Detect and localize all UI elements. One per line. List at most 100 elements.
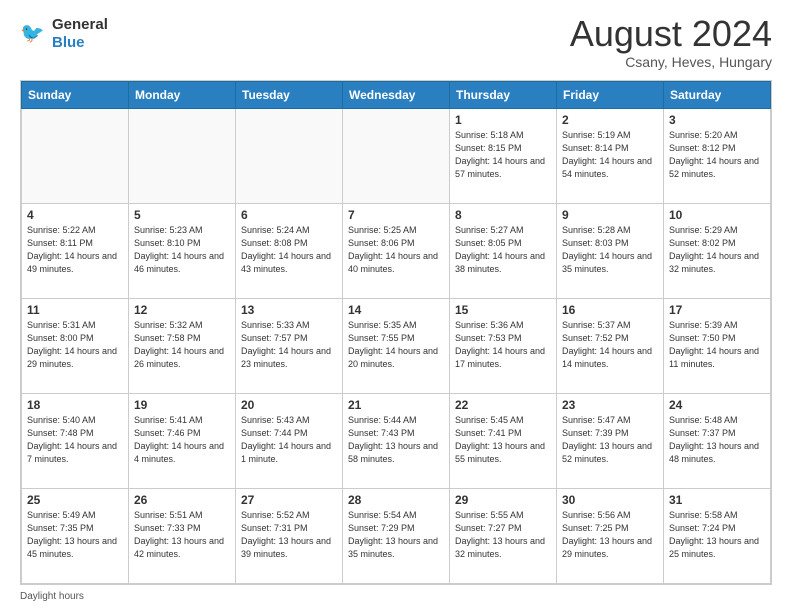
day-info: Sunrise: 5:29 AM Sunset: 8:02 PM Dayligh…: [669, 224, 765, 276]
day-number: 28: [348, 493, 444, 507]
day-info: Sunrise: 5:47 AM Sunset: 7:39 PM Dayligh…: [562, 414, 658, 466]
day-number: 10: [669, 208, 765, 222]
month-title: August 2024: [570, 16, 772, 52]
day-info: Sunrise: 5:41 AM Sunset: 7:46 PM Dayligh…: [134, 414, 230, 466]
calendar-cell: 29 Sunrise: 5:55 AM Sunset: 7:27 PM Dayli…: [450, 489, 557, 584]
footer-label: Daylight hours: [20, 591, 84, 602]
weekday-header-monday: Monday: [129, 82, 236, 109]
day-number: 31: [669, 493, 765, 507]
footer: Daylight hours: [20, 591, 772, 602]
day-number: 13: [241, 303, 337, 317]
week-row-5: 25 Sunrise: 5:49 AM Sunset: 7:35 PM Dayli…: [22, 489, 771, 584]
calendar-cell: 30 Sunrise: 5:56 AM Sunset: 7:25 PM Dayli…: [557, 489, 664, 584]
day-info: Sunrise: 5:54 AM Sunset: 7:29 PM Dayligh…: [348, 509, 444, 561]
day-info: Sunrise: 5:35 AM Sunset: 7:55 PM Dayligh…: [348, 319, 444, 371]
day-info: Sunrise: 5:58 AM Sunset: 7:24 PM Dayligh…: [669, 509, 765, 561]
day-info: Sunrise: 5:24 AM Sunset: 8:08 PM Dayligh…: [241, 224, 337, 276]
calendar-table: SundayMondayTuesdayWednesdayThursdayFrid…: [21, 81, 771, 584]
day-number: 30: [562, 493, 658, 507]
calendar-cell: 15 Sunrise: 5:36 AM Sunset: 7:53 PM Dayli…: [450, 299, 557, 394]
calendar-cell: [22, 109, 129, 204]
calendar-cell: 9 Sunrise: 5:28 AM Sunset: 8:03 PM Daylig…: [557, 204, 664, 299]
calendar-cell: 22Sunrise: 5:45 AM Sunset: 7:41 PM Dayli…: [450, 394, 557, 489]
calendar-cell: 4 Sunrise: 5:22 AM Sunset: 8:11 PM Daylig…: [22, 204, 129, 299]
day-number: 18: [27, 398, 123, 412]
day-info: Sunrise: 5:31 AM Sunset: 8:00 PM Dayligh…: [27, 319, 123, 371]
calendar-cell: 18 Sunrise: 5:40 AM Sunset: 7:48 PM Dayli…: [22, 394, 129, 489]
day-number: 16: [562, 303, 658, 317]
day-number: 6: [241, 208, 337, 222]
day-info: Sunrise: 5:27 AM Sunset: 8:05 PM Dayligh…: [455, 224, 551, 276]
weekday-header-wednesday: Wednesday: [343, 82, 450, 109]
calendar-cell: 3 Sunrise: 5:20 AM Sunset: 8:12 PM Daylig…: [664, 109, 771, 204]
day-info: Sunrise: 5:49 AM Sunset: 7:35 PM Dayligh…: [27, 509, 123, 561]
calendar-cell: 28 Sunrise: 5:54 AM Sunset: 7:29 PM Dayli…: [343, 489, 450, 584]
day-number: 26: [134, 493, 230, 507]
weekday-header-thursday: Thursday: [450, 82, 557, 109]
day-info: Sunrise: 5:20 AM Sunset: 8:12 PM Dayligh…: [669, 129, 765, 181]
title-block: August 2024 Csany, Heves, Hungary: [570, 16, 772, 70]
calendar-cell: 13 Sunrise: 5:33 AM Sunset: 7:57 PM Dayli…: [236, 299, 343, 394]
calendar-body: 1Sunrise: 5:18 AM Sunset: 8:15 PM Daylig…: [22, 109, 771, 584]
day-info: Sunrise: 5:36 AM Sunset: 7:53 PM Dayligh…: [455, 319, 551, 371]
calendar-cell: 24Sunrise: 5:48 AM Sunset: 7:37 PM Dayli…: [664, 394, 771, 489]
day-info: Sunrise: 5:40 AM Sunset: 7:48 PM Dayligh…: [27, 414, 123, 466]
day-info: Sunrise: 5:39 AM Sunset: 7:50 PM Dayligh…: [669, 319, 765, 371]
calendar-cell: 10 Sunrise: 5:29 AM Sunset: 8:02 PM Dayli…: [664, 204, 771, 299]
day-number: 22: [455, 398, 551, 412]
day-number: 8: [455, 208, 551, 222]
day-info: Sunrise: 5:19 AM Sunset: 8:14 PM Dayligh…: [562, 129, 658, 181]
weekday-header-tuesday: Tuesday: [236, 82, 343, 109]
logo-icon: 🐦: [20, 20, 48, 48]
calendar-cell: [343, 109, 450, 204]
day-number: 9: [562, 208, 658, 222]
day-info: Sunrise: 5:55 AM Sunset: 7:27 PM Dayligh…: [455, 509, 551, 561]
logo-line1: General: [52, 16, 108, 34]
calendar-cell: 12 Sunrise: 5:32 AM Sunset: 7:58 PM Dayli…: [129, 299, 236, 394]
day-info: Sunrise: 5:28 AM Sunset: 8:03 PM Dayligh…: [562, 224, 658, 276]
weekday-header-sunday: Sunday: [22, 82, 129, 109]
calendar-header: SundayMondayTuesdayWednesdayThursdayFrid…: [22, 82, 771, 109]
calendar-cell: 2 Sunrise: 5:19 AM Sunset: 8:14 PM Daylig…: [557, 109, 664, 204]
calendar-cell: 14 Sunrise: 5:35 AM Sunset: 7:55 PM Dayli…: [343, 299, 450, 394]
day-info: Sunrise: 5:23 AM Sunset: 8:10 PM Dayligh…: [134, 224, 230, 276]
calendar-cell: 26Sunrise: 5:51 AM Sunset: 7:33 PM Dayli…: [129, 489, 236, 584]
day-number: 4: [27, 208, 123, 222]
calendar-cell: 17Sunrise: 5:39 AM Sunset: 7:50 PM Dayli…: [664, 299, 771, 394]
day-info: Sunrise: 5:43 AM Sunset: 7:44 PM Dayligh…: [241, 414, 337, 466]
page: 🐦 General Blue August 2024 Csany, Heves,…: [0, 0, 792, 612]
day-info: Sunrise: 5:32 AM Sunset: 7:58 PM Dayligh…: [134, 319, 230, 371]
day-number: 14: [348, 303, 444, 317]
day-number: 29: [455, 493, 551, 507]
day-info: Sunrise: 5:56 AM Sunset: 7:25 PM Dayligh…: [562, 509, 658, 561]
day-info: Sunrise: 5:22 AM Sunset: 8:11 PM Dayligh…: [27, 224, 123, 276]
day-info: Sunrise: 5:37 AM Sunset: 7:52 PM Dayligh…: [562, 319, 658, 371]
calendar-cell: 11Sunrise: 5:31 AM Sunset: 8:00 PM Dayli…: [22, 299, 129, 394]
day-number: 25: [27, 493, 123, 507]
day-number: 1: [455, 113, 551, 127]
calendar-cell: 8 Sunrise: 5:27 AM Sunset: 8:05 PM Daylig…: [450, 204, 557, 299]
day-number: 23: [562, 398, 658, 412]
day-number: 21: [348, 398, 444, 412]
day-info: Sunrise: 5:52 AM Sunset: 7:31 PM Dayligh…: [241, 509, 337, 561]
calendar-cell: 27Sunrise: 5:52 AM Sunset: 7:31 PM Dayli…: [236, 489, 343, 584]
calendar-cell: 1Sunrise: 5:18 AM Sunset: 8:15 PM Daylig…: [450, 109, 557, 204]
logo-text: General Blue: [52, 16, 108, 52]
location-title: Csany, Heves, Hungary: [570, 54, 772, 70]
day-number: 7: [348, 208, 444, 222]
calendar-cell: 19Sunrise: 5:41 AM Sunset: 7:46 PM Dayli…: [129, 394, 236, 489]
calendar-cell: [236, 109, 343, 204]
calendar-cell: 16 Sunrise: 5:37 AM Sunset: 7:52 PM Dayli…: [557, 299, 664, 394]
header: 🐦 General Blue August 2024 Csany, Heves,…: [20, 16, 772, 70]
calendar-cell: [129, 109, 236, 204]
calendar-cell: 23 Sunrise: 5:47 AM Sunset: 7:39 PM Dayli…: [557, 394, 664, 489]
weekday-header-friday: Friday: [557, 82, 664, 109]
day-info: Sunrise: 5:33 AM Sunset: 7:57 PM Dayligh…: [241, 319, 337, 371]
calendar-cell: 21Sunrise: 5:44 AM Sunset: 7:43 PM Dayli…: [343, 394, 450, 489]
calendar-cell: 20Sunrise: 5:43 AM Sunset: 7:44 PM Dayli…: [236, 394, 343, 489]
day-number: 15: [455, 303, 551, 317]
day-number: 12: [134, 303, 230, 317]
day-number: 3: [669, 113, 765, 127]
day-number: 2: [562, 113, 658, 127]
week-row-3: 11Sunrise: 5:31 AM Sunset: 8:00 PM Dayli…: [22, 299, 771, 394]
